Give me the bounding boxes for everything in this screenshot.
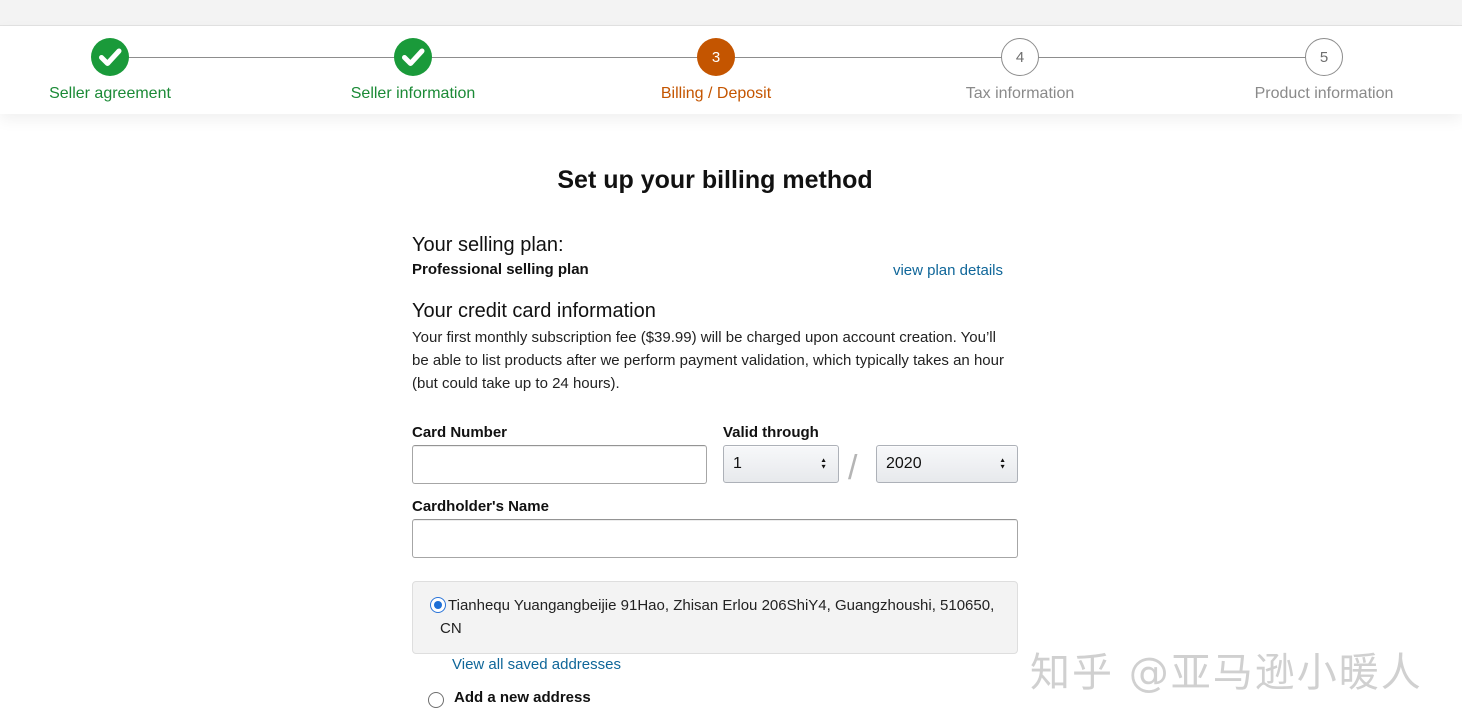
- step-seller-information: Seller information: [303, 38, 523, 103]
- credit-card-heading: Your credit card information: [412, 300, 656, 322]
- page-title: Set up your billing method: [557, 166, 873, 194]
- step-seller-agreement: Seller agreement: [0, 38, 220, 103]
- card-number-label: Card Number: [412, 424, 508, 441]
- expiry-month-value: 1: [733, 455, 742, 472]
- expiry-month-select[interactable]: 1 ▲ ▼: [723, 445, 839, 483]
- saved-address-option[interactable]: Tianhequ Yuangangbeijie 91Hao, Zhisan Er…: [412, 581, 1018, 654]
- cardholder-name-label: Cardholder's Name: [412, 498, 549, 515]
- step-label: Product information: [1254, 85, 1394, 102]
- step-label: Tax information: [965, 85, 1075, 102]
- step-product-information: 5 Product information: [1214, 38, 1434, 103]
- step-billing-deposit: 3 Billing / Deposit: [606, 38, 826, 103]
- saved-address-text: Tianhequ Yuangangbeijie 91Hao, Zhisan Er…: [440, 597, 995, 637]
- step-number-badge: 3: [697, 38, 735, 76]
- expiry-year-select[interactable]: 2020 ▲ ▼: [876, 445, 1018, 483]
- step-complete-check-icon: [394, 38, 432, 76]
- step-tax-information: 4 Tax information: [910, 38, 1130, 103]
- select-updown-arrows-icon: ▲ ▼: [820, 457, 827, 471]
- step-number-badge: 5: [1305, 38, 1343, 76]
- valid-through-label: Valid through: [723, 424, 819, 441]
- step-number-badge: 4: [1001, 38, 1039, 76]
- step-label: Billing / Deposit: [660, 85, 772, 102]
- step-label: Seller information: [350, 85, 476, 102]
- add-new-address-radio[interactable]: [428, 692, 444, 708]
- selling-plan-name: Professional selling plan: [412, 261, 589, 278]
- registration-progress-stepper: Seller agreement Seller information 3 Bi…: [0, 26, 1462, 114]
- selling-plan-heading: Your selling plan:: [412, 234, 564, 256]
- card-number-input[interactable]: [412, 445, 707, 484]
- step-label: Seller agreement: [49, 85, 171, 102]
- cardholder-name-input[interactable]: [412, 519, 1018, 558]
- view-plan-details-link[interactable]: view plan details: [893, 262, 1003, 279]
- expiry-year-value: 2020: [886, 455, 922, 472]
- watermark: 知乎 @亚马逊小暖人: [1030, 650, 1423, 696]
- step-complete-check-icon: [91, 38, 129, 76]
- view-all-saved-addresses-link[interactable]: View all saved addresses: [452, 656, 621, 673]
- subscription-fee-notice: Your first monthly subscription fee ($39…: [412, 329, 1004, 392]
- select-updown-arrows-icon: ▲ ▼: [999, 457, 1006, 471]
- date-separator: /: [848, 449, 858, 487]
- browser-top-bar: [0, 0, 1462, 26]
- add-new-address-label[interactable]: Add a new address: [454, 689, 591, 706]
